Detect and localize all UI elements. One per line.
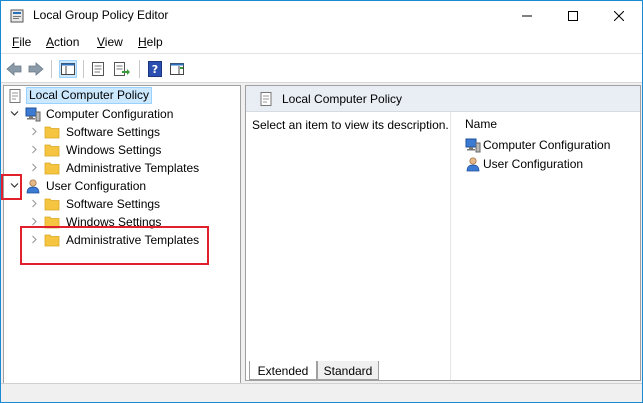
show-hide-tree-button[interactable] [59,60,77,78]
back-button[interactable] [5,60,23,78]
tree-item-computer-administrative-templates[interactable]: Administrative Templates [4,159,240,177]
chevron-right-icon[interactable] [30,127,39,136]
properties-button[interactable] [89,60,107,78]
close-button[interactable] [596,1,642,31]
close-icon [614,11,624,21]
user-icon [466,157,480,172]
computer-icon [465,138,481,153]
tree-item-label: Local Computer Policy [26,87,153,104]
folder-icon [44,126,60,139]
tree-item-computer-windows-settings[interactable]: Windows Settings [4,141,240,159]
show-hide-action-pane-icon [170,63,184,75]
tree-item-label: User Configuration [46,179,147,193]
tree-item-label: Administrative Templates [66,161,200,175]
show-hide-tree-icon [61,63,75,75]
list-item-label: User Configuration [483,157,584,171]
minimize-icon [522,15,532,17]
chevron-right-icon[interactable] [30,199,39,208]
help-icon: ? [148,61,162,77]
tab-extended[interactable]: Extended [249,361,317,380]
minimize-button[interactable] [504,1,550,31]
chevron-right-icon[interactable] [30,145,39,154]
maximize-button[interactable] [550,1,596,31]
folder-icon [44,198,60,211]
maximize-icon [568,11,578,21]
menu-file[interactable]: File [12,35,31,49]
menu-view[interactable]: View [97,35,123,49]
export-list-icon [114,62,130,76]
help-button[interactable]: ? [146,60,164,78]
details-header: Local Computer Policy [246,86,640,112]
forward-button[interactable] [27,60,45,78]
tree-item-label: Software Settings [66,197,161,211]
tree-item-computer-software-settings[interactable]: Software Settings [4,123,240,141]
computer-icon [25,107,41,122]
highlight-box-administrative-templates [20,226,209,265]
svg-text:?: ? [152,63,158,76]
tree-item-user-configuration[interactable]: User Configuration [4,177,240,195]
back-arrow-icon [6,62,22,76]
details-title: Local Computer Policy [282,92,403,106]
toolbar-separator [139,60,140,78]
tree-item-label: Computer Configuration [46,107,174,121]
details-list: Name Computer Configuration User Configu… [450,112,640,380]
status-bar [1,383,642,402]
forward-arrow-icon [28,62,44,76]
list-item-label: Computer Configuration [483,138,611,152]
column-header-name[interactable]: Name [465,117,497,131]
folder-icon [44,162,60,175]
menu-help[interactable]: Help [138,35,163,49]
menu-action[interactable]: Action [46,35,79,49]
title-bar[interactable]: Local Group Policy Editor [1,1,642,31]
window-title: Local Group Policy Editor [33,8,169,22]
view-tabs: Extended Standard [245,361,641,381]
export-list-button[interactable] [113,60,131,78]
description-text: Select an item to view its description. [252,118,449,132]
tree-item-local-computer-policy[interactable]: Local Computer Policy [4,87,240,105]
user-icon [26,179,40,194]
properties-icon [92,62,104,76]
policy-document-icon [260,92,272,106]
details-pane: Local Computer Policy Select an item to … [245,85,641,381]
folder-icon [44,144,60,157]
toolbar: ? [1,53,642,83]
toolbar-separator [83,60,84,78]
gpedit-window: Local Group Policy Editor File Action Vi… [0,0,643,403]
tree-item-label: Software Settings [66,125,161,139]
chevron-right-icon[interactable] [30,217,39,226]
tree-item-user-software-settings[interactable]: Software Settings [4,195,240,213]
chevron-down-icon[interactable] [10,109,19,118]
show-hide-action-pane-button[interactable] [168,60,186,78]
tree-item-label: Windows Settings [66,143,162,157]
chevron-right-icon[interactable] [30,163,39,172]
policy-document-icon [9,89,21,103]
tree-item-computer-configuration[interactable]: Computer Configuration [4,105,240,123]
gpedit-app-icon [10,9,24,23]
highlight-box-expand-chevron [1,174,22,200]
toolbar-separator [51,60,52,78]
menu-bar: File Action View Help [1,31,642,53]
tab-standard[interactable]: Standard [317,361,379,380]
